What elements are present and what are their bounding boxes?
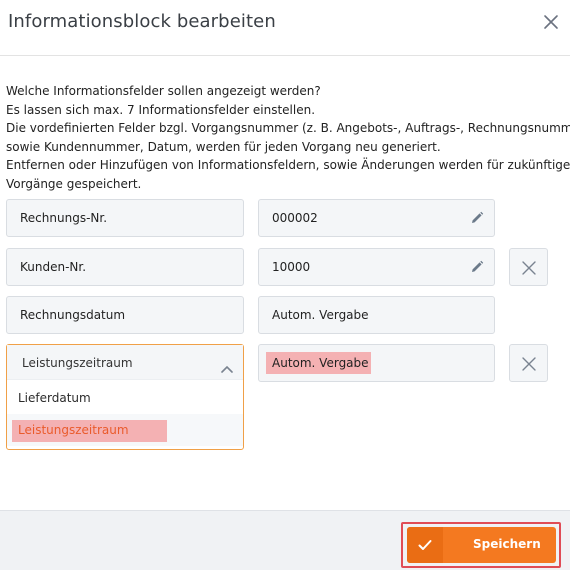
close-icon <box>522 261 536 275</box>
save-button-label: Speichern <box>473 537 541 551</box>
close-icon <box>522 357 536 371</box>
field-value-rechnungsdatum[interactable]: Autom. Vergabe <box>258 296 495 334</box>
save-button-icon-area <box>407 527 443 563</box>
dropdown-option-lieferdatum[interactable]: Lieferdatum <box>7 382 243 414</box>
field-value-rechnungs-nr[interactable]: 000002 <box>258 199 495 237</box>
description-line: Entfernen oder Hinzufügen von Informatio… <box>6 158 570 173</box>
dropdown-option-text: Leistungszeitraum <box>18 423 129 437</box>
close-icon[interactable] <box>541 12 561 32</box>
dropdown-selected-text: Leistungszeitraum <box>22 356 133 370</box>
field-value-text: Autom. Vergabe <box>272 308 369 322</box>
field-value-leistungszeitraum[interactable]: Autom. Vergabe <box>258 344 495 382</box>
field-value-text: 000002 <box>272 211 318 225</box>
description-line: sowie Kundennummer, Datum, werden für je… <box>6 139 441 154</box>
field-label-rechnungsdatum[interactable]: Rechnungsdatum <box>6 296 244 334</box>
edit-info-block-dialog: Informationsblock bearbeiten Welche Info… <box>0 0 570 570</box>
dialog-description: Welche Informationsfelder sollen angezei… <box>6 82 570 194</box>
save-button[interactable]: Speichern <box>407 527 556 563</box>
description-line: Die vordefinierten Felder bzgl. Vorgangs… <box>6 121 570 136</box>
pencil-icon[interactable] <box>470 211 484 225</box>
chevron-up-icon <box>221 358 233 377</box>
field-label-text: Rechnungs-Nr. <box>20 211 108 225</box>
field-value-text: 10000 <box>272 260 311 274</box>
remove-field-button[interactable] <box>509 248 548 286</box>
pencil-icon[interactable] <box>470 260 484 274</box>
dialog-title: Informationsblock bearbeiten <box>8 11 276 32</box>
dialog-header: Informationsblock bearbeiten <box>0 0 570 56</box>
description-line: Welche Informationsfelder sollen angezei… <box>6 84 321 98</box>
field-value-kunden-nr[interactable]: 10000 <box>258 248 495 286</box>
dropdown-selected[interactable]: Leistungszeitraum <box>7 345 243 380</box>
dropdown-option-leistungszeitraum[interactable]: Leistungszeitraum <box>7 414 243 446</box>
field-label-kunden-nr[interactable]: Kunden-Nr. <box>6 248 244 286</box>
field-value-text: Autom. Vergabe <box>272 356 369 370</box>
checkmark-icon <box>418 540 432 550</box>
field-label-text: Kunden-Nr. <box>20 260 87 274</box>
field-label-dropdown[interactable]: Leistungszeitraum Lieferdatum Leistungsz… <box>6 344 244 450</box>
remove-field-button[interactable] <box>509 344 548 382</box>
field-label-rechnungs-nr[interactable]: Rechnungs-Nr. <box>6 199 244 237</box>
field-label-text: Rechnungsdatum <box>20 308 126 322</box>
dropdown-option-text: Lieferdatum <box>18 391 91 405</box>
description-line: Vorgänge gespeichert. <box>6 176 142 191</box>
description-line: Es lassen sich max. 7 Informationsfelder… <box>6 102 316 117</box>
